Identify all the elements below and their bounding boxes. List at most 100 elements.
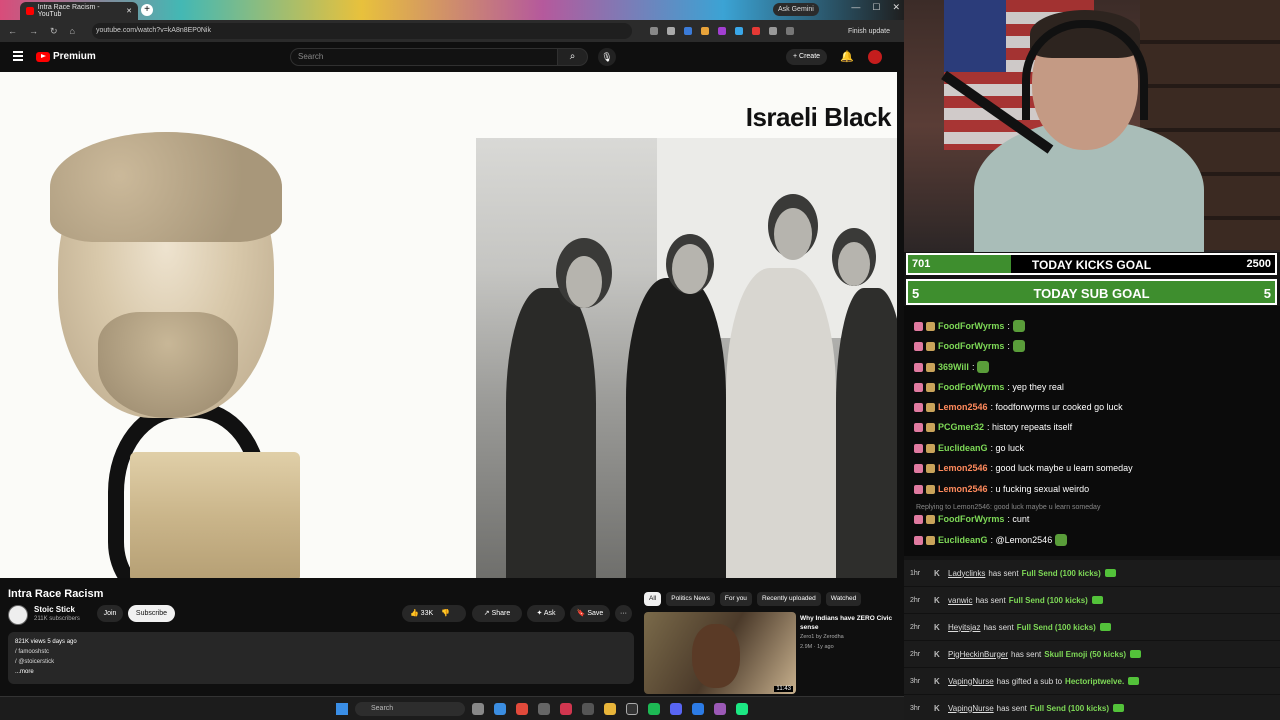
chat-username[interactable]: FoodForWyrms [938, 341, 1004, 351]
microphone-icon[interactable]: 🎙 [598, 48, 616, 66]
menu-icon[interactable] [13, 51, 23, 61]
chat-username[interactable]: Lemon2546 [938, 463, 988, 473]
youtube-logo[interactable]: Premium [36, 51, 96, 62]
subscriber-badge-icon [926, 321, 935, 331]
chat-text: : go luck [990, 443, 1025, 453]
subscribe-button[interactable]: Subscribe [128, 605, 175, 622]
app-icon[interactable] [692, 703, 704, 715]
profile-icon[interactable] [786, 27, 794, 35]
ask-button[interactable]: ✦ Ask [527, 605, 565, 622]
extension-icon[interactable] [684, 27, 692, 35]
like-button[interactable]: 👍 33K 👎 [402, 605, 466, 622]
new-tab-button[interactable]: + [141, 4, 153, 16]
chat-username[interactable]: EuclideanG [938, 443, 988, 453]
more-actions-button[interactable]: ··· [615, 605, 632, 622]
maximize-icon[interactable]: ☐ [872, 2, 880, 13]
search-icon[interactable]: ⌕ [558, 48, 588, 66]
gift-badge-icon [914, 382, 923, 392]
photo-face [838, 242, 870, 286]
extension-icon[interactable] [701, 27, 709, 35]
extension-icon[interactable] [718, 27, 726, 35]
extension-icon[interactable] [752, 27, 760, 35]
show-more-link[interactable]: ...more [15, 667, 627, 677]
save-button[interactable]: 🔖 Save [570, 605, 610, 622]
channel-avatar[interactable] [8, 605, 28, 625]
discord-icon[interactable] [670, 703, 682, 715]
event-username[interactable]: Heyitsjaz [948, 623, 980, 632]
gift-badge-icon [914, 535, 923, 545]
tab-active[interactable]: Intra Race Racism - YouTub ✕ [20, 2, 138, 20]
taskbar-search[interactable]: Search [355, 702, 465, 716]
channel-name[interactable]: Stoic Stick [34, 605, 75, 614]
video-player[interactable]: Israeli Black [0, 72, 897, 578]
app-icon[interactable] [714, 703, 726, 715]
event-username[interactable]: PigHeckinBurger [948, 650, 1008, 659]
sub-goal-bar: 5 TODAY SUB GOAL 5 [906, 279, 1277, 305]
event-username[interactable]: VapingNurse [948, 704, 994, 713]
chat-username[interactable]: FoodForWyrms [938, 321, 1004, 331]
event-username[interactable]: vanwic [948, 596, 972, 605]
file-explorer-icon[interactable] [604, 703, 616, 715]
puzzle-icon[interactable] [769, 27, 777, 35]
account-avatar[interactable] [868, 50, 882, 64]
event-username[interactable]: VapingNurse [948, 677, 994, 686]
event-text: has sent [996, 703, 1027, 713]
forward-icon[interactable]: → [29, 26, 38, 37]
join-button[interactable]: Join [97, 605, 123, 622]
chat-username[interactable]: 369Will [938, 362, 969, 372]
ask-gemini-button[interactable]: Ask Gemini [773, 3, 819, 16]
flag-canton [944, 0, 1006, 72]
chat-username[interactable]: Lemon2546 [938, 402, 988, 412]
webcam-feed [904, 0, 1280, 252]
like-count: 33K [420, 610, 434, 617]
thumbs-down-icon[interactable]: 👎 [441, 610, 450, 617]
description-link[interactable]: / @stoicerstick [15, 657, 627, 667]
share-button[interactable]: ↗ Share [472, 605, 522, 622]
task-view-icon[interactable] [472, 703, 484, 715]
share-label: Share [491, 610, 511, 617]
notifications-bell-icon[interactable]: 🔔 [840, 50, 854, 63]
recommended-title[interactable]: Why Indians have ZERO Civic sense [800, 614, 895, 632]
search-input[interactable]: Search [290, 48, 558, 66]
chat-username[interactable]: PCGmer32 [938, 422, 984, 432]
app-icon[interactable] [538, 703, 550, 715]
chat-username[interactable]: FoodForWyrms [938, 382, 1004, 392]
app-icon[interactable] [582, 703, 594, 715]
chip-all[interactable]: All [644, 592, 662, 606]
chat-text: : good luck maybe u learn someday [990, 463, 1133, 473]
windows-start-icon[interactable] [336, 703, 348, 715]
chat-username[interactable]: Lemon2546 [938, 484, 988, 494]
url-field[interactable]: youtube.com/watch?v=kA8n8EP0Nik [92, 23, 632, 39]
bookmark-star-icon[interactable] [667, 27, 675, 35]
obs-icon[interactable] [626, 703, 638, 715]
kick-badge-icon [1130, 650, 1142, 658]
install-icon[interactable] [650, 27, 658, 35]
finish-update-button[interactable]: Finish update [848, 28, 890, 35]
edge-icon[interactable] [494, 703, 506, 715]
chip-recently-uploaded[interactable]: Recently uploaded [756, 592, 821, 606]
description-link[interactable]: / famooshstc [15, 647, 627, 657]
chat-username[interactable]: FoodForWyrms [938, 514, 1004, 524]
reload-icon[interactable]: ↻ [50, 26, 58, 37]
chip-politics-news[interactable]: Politics News [666, 592, 715, 606]
create-button[interactable]: + Create [786, 49, 828, 65]
kicks-goal-label: TODAY KICKS GOAL [1031, 258, 1152, 272]
tab-close-icon[interactable]: ✕ [126, 7, 132, 15]
close-window-icon[interactable]: ✕ [892, 2, 900, 13]
spotify-icon[interactable] [648, 703, 660, 715]
chip-watched[interactable]: Watched [825, 592, 862, 606]
chip-for-you[interactable]: For you [719, 592, 752, 606]
event-username[interactable]: Ladyclinks [948, 569, 985, 578]
back-icon[interactable]: ← [8, 26, 17, 37]
app-icon[interactable] [560, 703, 572, 715]
recommended-channel[interactable]: Zero1 by Zerodha [800, 634, 844, 640]
recommended-thumbnail[interactable]: 11:43 [644, 612, 796, 694]
extension-icon[interactable] [735, 27, 743, 35]
column-capital [130, 452, 300, 578]
minimize-icon[interactable]: — [851, 2, 860, 13]
description-box[interactable]: 821K views 5 days ago / famooshstc / @st… [8, 632, 634, 684]
kick-icon[interactable] [736, 703, 748, 715]
chrome-icon[interactable] [516, 703, 528, 715]
chat-username[interactable]: EuclideanG [938, 535, 988, 545]
home-icon[interactable]: ⌂ [70, 26, 75, 37]
